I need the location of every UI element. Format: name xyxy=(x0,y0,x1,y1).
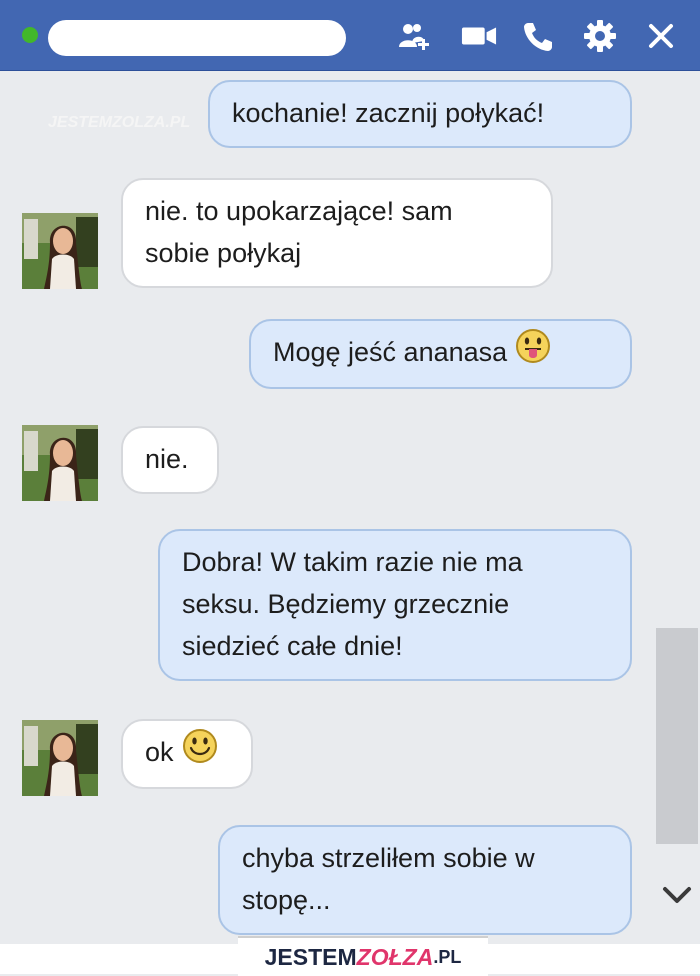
video-call-icon[interactable] xyxy=(461,18,497,54)
message-text: kochanie! zacznij połykać! xyxy=(232,98,545,128)
message-bubble-received[interactable]: nie. xyxy=(121,426,219,494)
avatar[interactable] xyxy=(22,720,98,796)
message-line: siedzieć całe dnie! xyxy=(182,631,403,661)
avatar[interactable] xyxy=(22,213,98,289)
message-bubble-sent[interactable]: Dobra! W takim razie nie ma seksu. Będzi… xyxy=(158,529,632,681)
message-line: sobie połykaj xyxy=(145,238,302,268)
message-bubble-sent[interactable]: Mogę jeść ananasa xyxy=(249,319,632,389)
message-bubble-sent[interactable]: chyba strzeliłem sobie w stopę... xyxy=(218,825,632,935)
avatar[interactable] xyxy=(22,425,98,501)
message-text: ok xyxy=(145,737,174,767)
tongue-out-emoji xyxy=(515,328,551,376)
phone-icon[interactable] xyxy=(520,18,556,54)
site-logo: JESTEM ZOŁZA .PL xyxy=(238,936,488,976)
message-line: stopę... xyxy=(242,885,331,915)
message-line: Dobra! W takim razie nie ma xyxy=(182,547,523,577)
add-friend-icon[interactable] xyxy=(397,18,433,54)
message-bubble-received[interactable]: nie. to upokarzające! sam sobie połykaj xyxy=(121,178,553,288)
message-text: nie. xyxy=(145,444,189,474)
chat-header xyxy=(0,0,700,71)
contact-name-redacted[interactable] xyxy=(48,20,346,56)
scrollbar-thumb[interactable] xyxy=(656,628,698,844)
smile-emoji xyxy=(182,728,218,776)
gear-icon[interactable] xyxy=(582,18,618,54)
logo-part3: .PL xyxy=(433,946,462,967)
watermark: JESTEMZOLZA.PL xyxy=(48,114,191,131)
online-status-dot xyxy=(22,27,38,43)
message-bubble-received[interactable]: ok xyxy=(121,719,253,789)
logo-part1: JESTEM xyxy=(264,943,357,970)
close-icon[interactable] xyxy=(643,18,679,54)
message-text: Mogę jeść ananasa xyxy=(273,337,508,367)
chevron-down-icon[interactable] xyxy=(660,878,694,912)
message-line: seksu. Będziemy grzecznie xyxy=(182,589,510,619)
message-line: chyba strzeliłem sobie w xyxy=(242,843,535,873)
logo-part2: ZOŁZA xyxy=(356,943,434,970)
message-bubble-sent[interactable]: kochanie! zacznij połykać! xyxy=(208,80,632,148)
message-line: nie. to upokarzające! sam xyxy=(145,196,453,226)
